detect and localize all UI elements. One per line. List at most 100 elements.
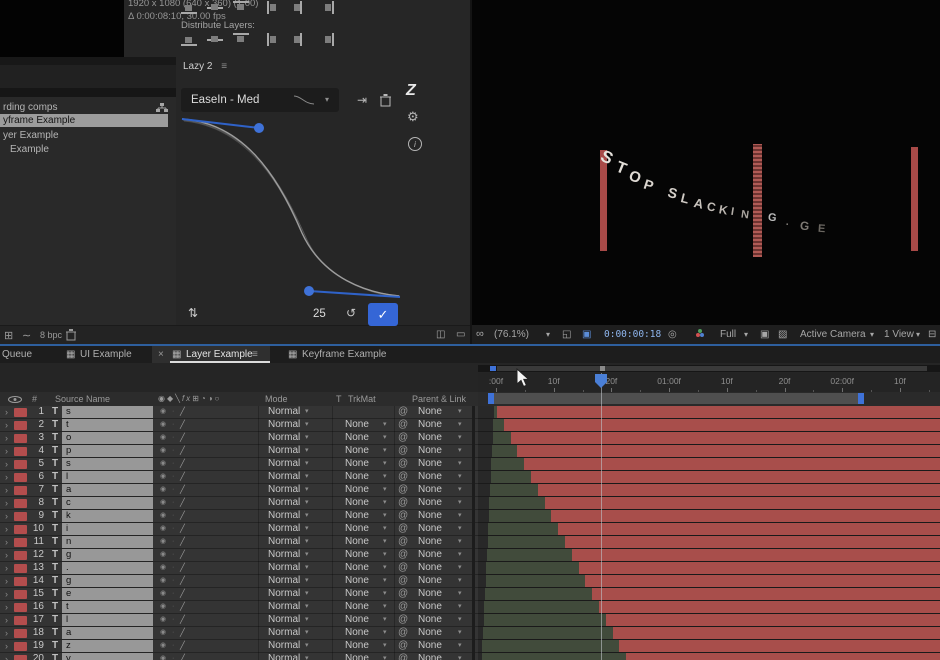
layer-row[interactable]: ›18Ta◉·╱Normal▾None▾@None▾	[0, 627, 478, 640]
layer-duration-bar[interactable]	[592, 588, 940, 600]
snapshot-camera-icon[interactable]: ◎	[668, 325, 677, 344]
expand-arrow-icon[interactable]: ›	[5, 419, 8, 431]
layer-row[interactable]: ›3To◉·╱Normal▾None▾@None▾	[0, 432, 478, 445]
blend-mode-dropdown[interactable]: Normal	[268, 471, 300, 483]
parent-dropdown[interactable]: None	[418, 653, 442, 660]
expand-arrow-icon[interactable]: ›	[5, 445, 8, 457]
layer-row[interactable]: ›8Tc◉·╱Normal▾None▾@None▾	[0, 497, 478, 510]
quality-switch-icon[interactable]: ◉	[160, 575, 166, 587]
quality-slash-icon[interactable]: ╱	[180, 536, 185, 548]
layer-duration-bar[interactable]	[504, 419, 940, 431]
blend-mode-dropdown[interactable]: Normal	[268, 510, 300, 522]
trkmat-dropdown[interactable]: None	[345, 640, 369, 652]
layer-name[interactable]: k	[62, 510, 153, 522]
trkmat-dropdown[interactable]: None	[345, 575, 369, 587]
quality-slash-icon[interactable]: ╱	[180, 653, 185, 660]
layer-name[interactable]: t	[62, 419, 153, 431]
layer-duration-bar[interactable]	[613, 627, 940, 639]
parent-dropdown[interactable]: None	[418, 640, 442, 652]
layer-bar-pre[interactable]	[488, 536, 566, 548]
blend-mode-dropdown[interactable]: Normal	[268, 627, 300, 639]
layer-name[interactable]: s	[62, 406, 153, 418]
layer-color-swatch[interactable]	[14, 551, 27, 560]
layer-track[interactable]	[478, 536, 940, 549]
confirm-button[interactable]: ✓	[368, 303, 398, 326]
fx-switch-icon[interactable]: ·	[172, 510, 174, 522]
layer-color-swatch[interactable]	[14, 642, 27, 651]
layer-color-swatch[interactable]	[14, 499, 27, 508]
parent-pickwhip-icon[interactable]: @	[398, 627, 408, 639]
preset-dropdown[interactable]: EaseIn - Med ▾	[181, 88, 339, 112]
parent-pickwhip-icon[interactable]: @	[398, 497, 408, 509]
layer-row[interactable]: ›9Tk◉·╱Normal▾None▾@None▾	[0, 510, 478, 523]
camera-dropdown[interactable]: Active Camera	[800, 325, 866, 344]
parent-dropdown[interactable]: None	[418, 614, 442, 626]
blend-mode-dropdown[interactable]: Normal	[268, 653, 300, 660]
expand-arrow-icon[interactable]: ›	[5, 614, 8, 626]
layer-color-swatch[interactable]	[14, 525, 27, 534]
viewer-timecode[interactable]: 0:00:00:18	[604, 325, 661, 344]
quality-slash-icon[interactable]: ╱	[180, 406, 185, 418]
composition-viewer[interactable]: STOPSLACKING.GE	[472, 0, 940, 325]
tab-ui-example[interactable]: UI Example	[80, 346, 132, 363]
parent-pickwhip-icon[interactable]: @	[398, 588, 408, 600]
blend-mode-dropdown[interactable]: Normal	[268, 562, 300, 574]
expand-arrow-icon[interactable]: ›	[5, 523, 8, 535]
quality-slash-icon[interactable]: ╱	[180, 419, 185, 431]
layer-track[interactable]	[478, 419, 940, 432]
layer-bar-pre[interactable]	[485, 588, 592, 600]
layer-track[interactable]	[478, 471, 940, 484]
align-icon[interactable]	[293, 33, 309, 46]
expand-arrow-icon[interactable]: ›	[5, 588, 8, 600]
parent-dropdown[interactable]: None	[418, 588, 442, 600]
layer-duration-bar[interactable]	[572, 549, 940, 561]
layer-duration-bar[interactable]	[585, 575, 940, 587]
delete-preset-icon[interactable]	[380, 93, 391, 107]
parent-pickwhip-icon[interactable]: @	[398, 640, 408, 652]
transparency-grid-icon[interactable]: ▣	[582, 325, 591, 344]
interpret-footage-icon[interactable]: ⊞	[4, 329, 13, 342]
monitor-icon[interactable]: ▭	[456, 325, 465, 344]
layer-color-swatch[interactable]	[14, 460, 27, 469]
fx-switch-icon[interactable]: ·	[172, 536, 174, 548]
quality-switch-icon[interactable]: ◉	[160, 653, 166, 660]
trkmat-dropdown[interactable]: None	[345, 653, 369, 660]
fx-switch-icon[interactable]: ·	[172, 627, 174, 639]
ease-value[interactable]: 25	[313, 308, 326, 320]
expand-arrow-icon[interactable]: ›	[5, 510, 8, 522]
blend-mode-dropdown[interactable]: Normal	[268, 640, 300, 652]
column-number[interactable]: #	[32, 392, 37, 406]
layer-name[interactable]: e	[62, 588, 153, 600]
info-icon[interactable]: i	[408, 137, 422, 151]
close-icon[interactable]: ×	[158, 346, 164, 363]
pixel-aspect-icon[interactable]: ▨	[778, 325, 787, 344]
layer-duration-bar[interactable]	[626, 653, 940, 660]
flowchart-icon[interactable]	[156, 103, 168, 113]
layer-row[interactable]: ›15Te◉·╱Normal▾None▾@None▾	[0, 588, 478, 601]
project-item-keyframe-example[interactable]: yframe Example	[0, 114, 168, 127]
layer-name[interactable]: g	[62, 549, 153, 561]
layer-name[interactable]: l	[62, 614, 153, 626]
parent-dropdown[interactable]: None	[418, 497, 442, 509]
tab-keyframe-example[interactable]: Keyframe Example	[302, 346, 386, 363]
quality-slash-icon[interactable]: ╱	[180, 601, 185, 613]
layer-name[interactable]: o	[62, 432, 153, 444]
layer-track[interactable]	[478, 523, 940, 536]
grid-guides-icon[interactable]: ⊟	[928, 325, 936, 344]
fx-switch-icon[interactable]: ·	[172, 406, 174, 418]
layer-name[interactable]: a	[62, 627, 153, 639]
quality-switch-icon[interactable]: ◉	[160, 497, 166, 509]
column-t[interactable]: T	[336, 392, 342, 406]
layer-duration-bar[interactable]	[497, 406, 940, 418]
quality-slash-icon[interactable]: ╱	[180, 549, 185, 561]
bit-depth-label[interactable]: 8 bpc	[40, 330, 62, 340]
trkmat-dropdown[interactable]: None	[345, 432, 369, 444]
fx-switch-icon[interactable]: ·	[172, 614, 174, 626]
layer-bar-pre[interactable]	[491, 471, 531, 483]
blend-mode-dropdown[interactable]: Normal	[268, 575, 300, 587]
trkmat-dropdown[interactable]: None	[345, 419, 369, 431]
quality-slash-icon[interactable]: ╱	[180, 510, 185, 522]
fx-switch-icon[interactable]: ·	[172, 484, 174, 496]
parent-dropdown[interactable]: None	[418, 575, 442, 587]
layer-track[interactable]	[478, 614, 940, 627]
